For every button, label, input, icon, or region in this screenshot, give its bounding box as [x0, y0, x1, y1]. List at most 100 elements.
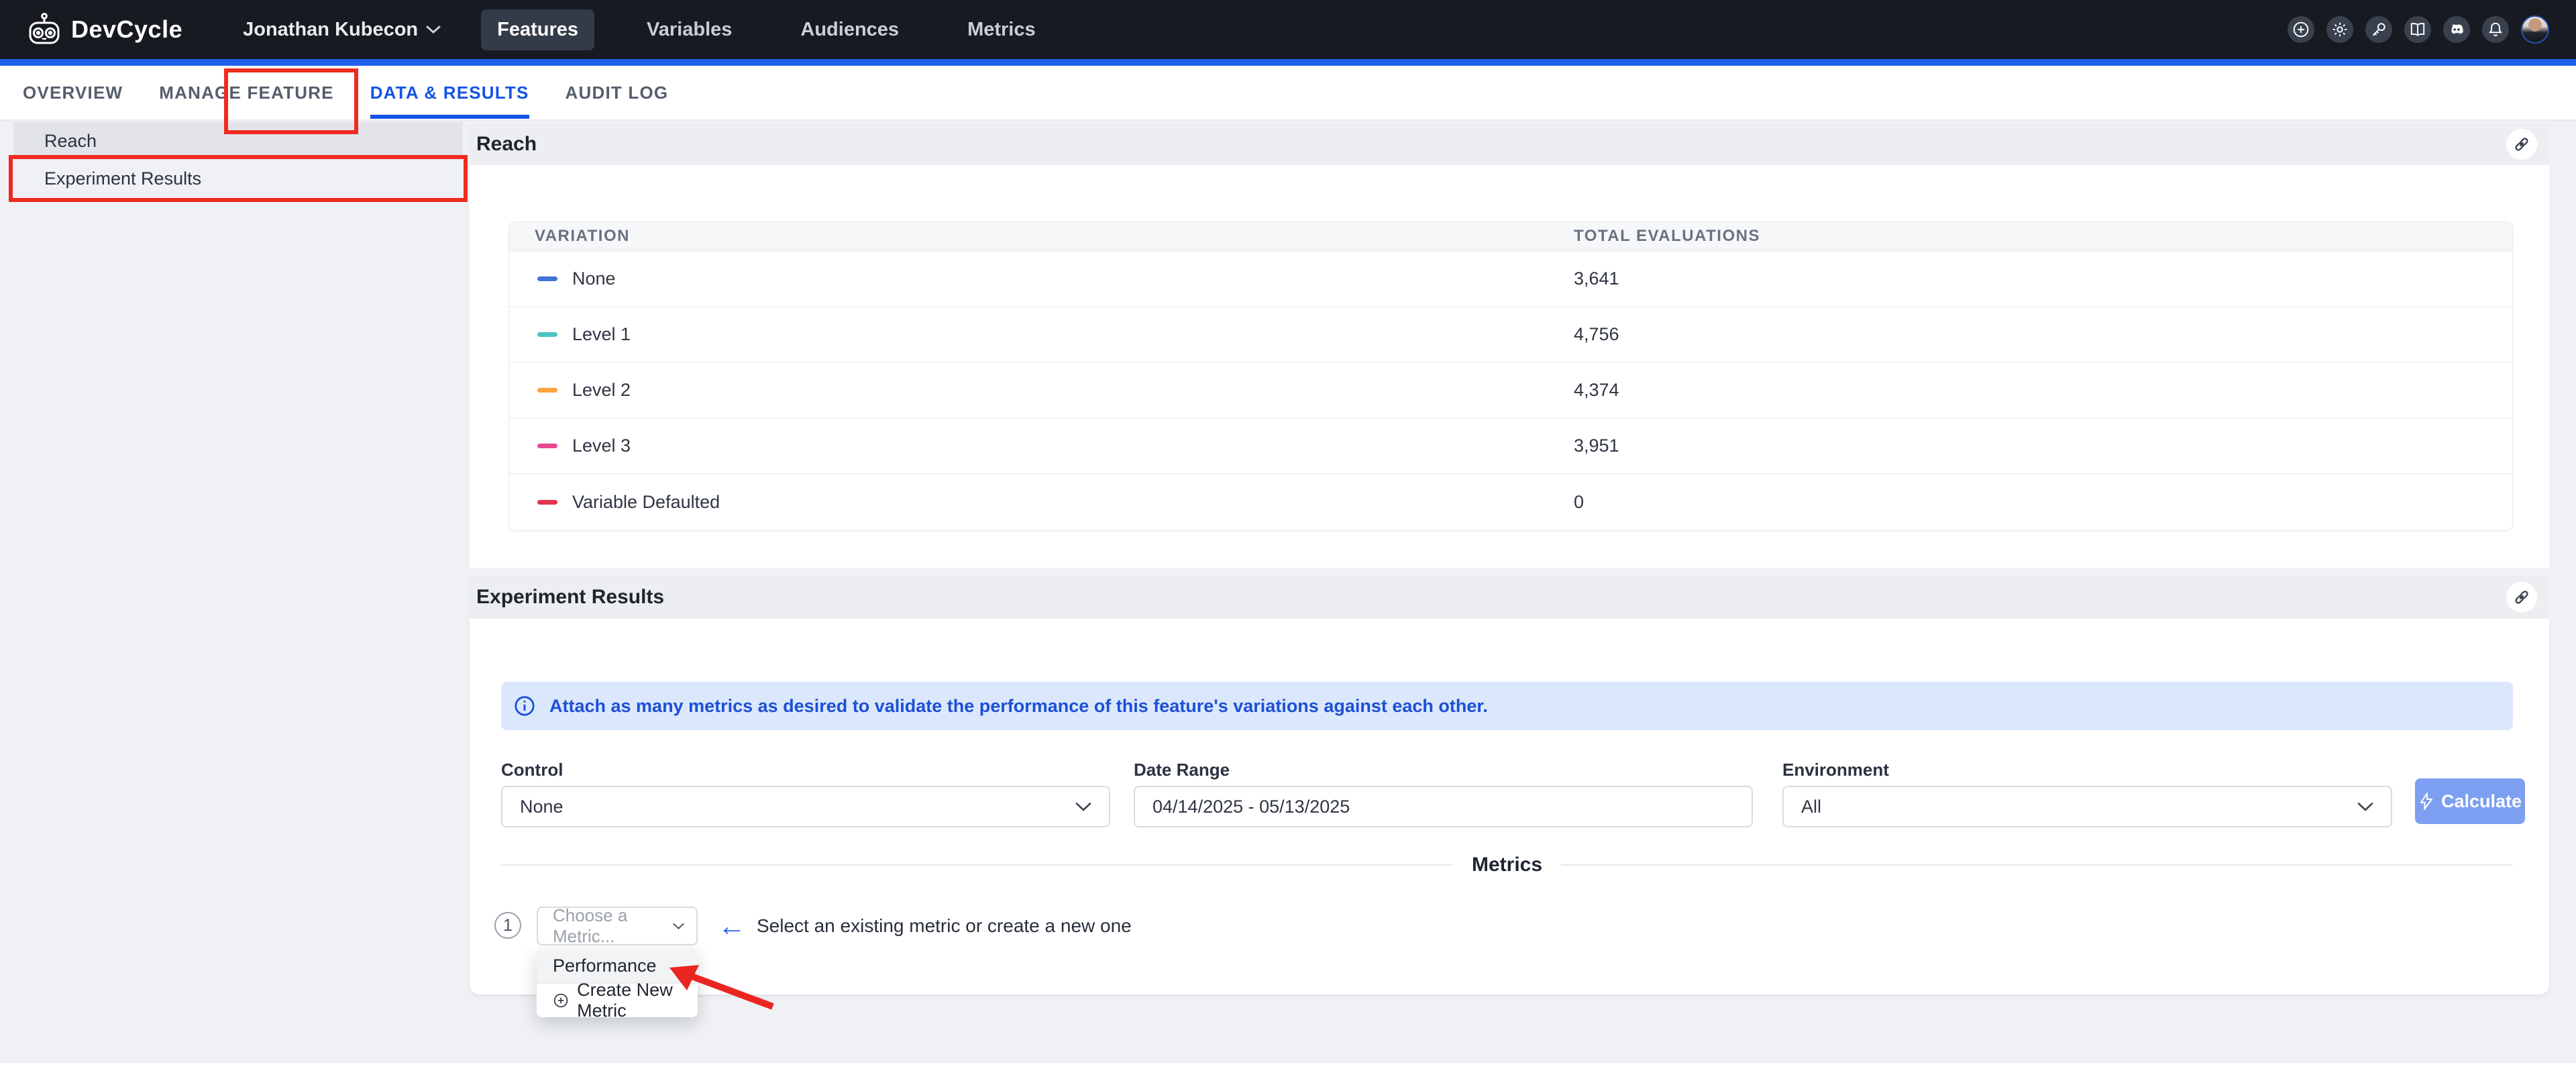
date-range-value: 04/14/2025 - 05/13/2025 [1152, 797, 1350, 817]
table-header-row: VARIATION TOTAL EVALUATIONS [509, 222, 2512, 252]
table-row: Level 1 4,756 [509, 307, 2512, 363]
chevron-down-icon [426, 25, 441, 34]
nav-item-variables[interactable]: Variables [631, 9, 748, 50]
primary-nav: Features Variables Audiences Metrics [481, 9, 1051, 50]
table-row: Variable Defaulted 0 [509, 474, 2512, 530]
menu-option-label: Performance [553, 956, 657, 976]
chevron-down-icon [1075, 802, 1091, 812]
api-keys-button[interactable] [2365, 16, 2392, 43]
nav-utility-icons [2288, 15, 2549, 44]
variation-color-dash [537, 388, 557, 393]
metrics-divider: Metrics [501, 854, 2513, 876]
variation-name: None [572, 268, 616, 289]
calculate-label: Calculate [2441, 791, 2522, 812]
sidebar-item-label: Reach [44, 131, 97, 152]
key-icon [2370, 21, 2387, 38]
left-arrow-icon: ← [718, 912, 746, 940]
annotation-arrow [657, 953, 798, 1020]
documentation-button[interactable] [2404, 16, 2431, 43]
book-icon [2409, 21, 2426, 38]
experiment-results-body: Attach as many metrics as desired to val… [470, 619, 2549, 994]
notifications-button[interactable] [2482, 16, 2509, 43]
copy-link-button[interactable] [2506, 129, 2537, 160]
sidebar-item-label: Experiment Results [44, 168, 201, 189]
reach-table: VARIATION TOTAL EVALUATIONS None 3,641 L… [508, 221, 2513, 531]
metrics-heading: Metrics [1472, 854, 1542, 876]
settings-button[interactable] [2326, 16, 2353, 43]
metric-hint-text: Select an existing metric or create a ne… [757, 915, 1132, 937]
info-banner: Attach as many metrics as desired to val… [501, 682, 2513, 730]
feature-tab-bar: OVERVIEW MANAGE FEATURE DATA & RESULTS A… [0, 66, 2576, 121]
table-row: Level 2 4,374 [509, 363, 2512, 419]
total-evaluations-value: 3,641 [1574, 268, 2512, 289]
control-value: None [520, 797, 564, 817]
top-nav: DevCycle Jonathan Kubecon Features Varia… [0, 0, 2576, 59]
metric-index-badge: 1 [494, 912, 521, 939]
user-name: Jonathan Kubecon [243, 19, 418, 41]
viewport-bottom [0, 1063, 2576, 1075]
lightning-icon [2418, 792, 2434, 811]
link-icon [2512, 135, 2531, 154]
section-title: Experiment Results [476, 586, 664, 609]
info-banner-text: Attach as many metrics as desired to val… [549, 696, 1488, 717]
date-range-input[interactable]: 04/14/2025 - 05/13/2025 [1134, 786, 1753, 827]
date-range-label: Date Range [1134, 760, 1753, 780]
sidebar-item-experiment-results[interactable]: Experiment Results [13, 160, 463, 197]
metric-row: Choose a Metric... ← Select an existing … [537, 907, 1132, 945]
reach-section-header: Reach [470, 123, 2549, 165]
choose-metric-placeholder: Choose a Metric... [553, 905, 673, 947]
total-evaluations-value: 0 [1574, 492, 2512, 513]
info-icon [513, 695, 536, 717]
total-evaluations-value: 4,374 [1574, 380, 2512, 401]
variation-name: Level 3 [572, 436, 631, 456]
experiment-results-section-header: Experiment Results [470, 576, 2549, 619]
environment-value: All [1801, 797, 1821, 817]
environment-label: Environment [1782, 760, 2392, 780]
control-field: Control None [501, 760, 1110, 827]
tab-data-results[interactable]: DATA & RESULTS [370, 65, 529, 120]
environment-select[interactable]: All [1782, 786, 2392, 827]
app-root: DevCycle Jonathan Kubecon Features Varia… [0, 0, 2576, 1075]
tab-manage-feature[interactable]: MANAGE FEATURE [159, 65, 333, 120]
chevron-down-icon [2357, 802, 2373, 812]
total-evaluations-value: 4,756 [1574, 324, 2512, 345]
gear-icon [2331, 21, 2349, 38]
control-select[interactable]: None [501, 786, 1110, 827]
user-avatar[interactable] [2521, 15, 2549, 44]
choose-metric-select[interactable]: Choose a Metric... [537, 907, 698, 945]
discord-button[interactable] [2443, 16, 2470, 43]
link-icon [2512, 588, 2531, 607]
tab-overview[interactable]: OVERVIEW [23, 65, 123, 120]
variation-color-dash [537, 500, 557, 505]
sidebar-item-reach[interactable]: Reach [13, 122, 463, 160]
variation-name: Variable Defaulted [572, 492, 720, 513]
control-label: Control [501, 760, 1110, 780]
calculate-button[interactable]: Calculate [2415, 778, 2525, 824]
bell-icon [2487, 21, 2504, 38]
col-total-evaluations: TOTAL EVALUATIONS [1574, 227, 2512, 246]
chevron-down-icon [673, 922, 684, 931]
devcycle-logo[interactable]: DevCycle [27, 12, 182, 47]
environment-field: Environment All [1782, 760, 2392, 827]
metric-index: 1 [503, 916, 513, 935]
nav-item-features[interactable]: Features [481, 9, 594, 50]
copy-link-button[interactable] [2506, 582, 2537, 613]
reach-section-body: VARIATION TOTAL EVALUATIONS None 3,641 L… [470, 165, 2549, 568]
create-new-button[interactable] [2288, 16, 2314, 43]
section-title: Reach [476, 133, 537, 156]
col-variation: VARIATION [509, 227, 1574, 246]
tab-audit-log[interactable]: AUDIT LOG [566, 65, 669, 120]
variation-name: Level 1 [572, 324, 631, 345]
plus-circle-icon [2292, 21, 2310, 38]
variation-name: Level 2 [572, 380, 631, 401]
table-row: None 3,641 [509, 252, 2512, 307]
discord-icon [2448, 21, 2465, 38]
circle-plus-icon [553, 990, 569, 1011]
nav-item-metrics[interactable]: Metrics [951, 9, 1052, 50]
date-range-field: Date Range 04/14/2025 - 05/13/2025 [1134, 760, 1753, 827]
table-row: Level 3 3,951 [509, 419, 2512, 474]
org-user-dropdown[interactable]: Jonathan Kubecon [243, 19, 441, 41]
variation-color-dash [537, 276, 557, 281]
nav-item-audiences[interactable]: Audiences [784, 9, 915, 50]
devcycle-robot-icon [27, 12, 62, 47]
